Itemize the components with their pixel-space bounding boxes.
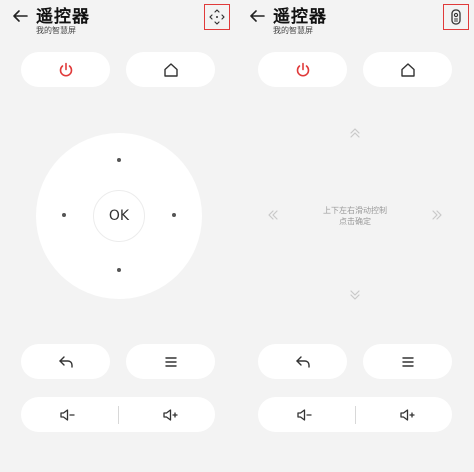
volume-control	[258, 397, 452, 432]
return-button[interactable]	[258, 344, 347, 379]
arrow-left-icon	[13, 10, 28, 22]
swipe-hint-line1: 上下左右滑动控制	[323, 206, 387, 215]
dpad-down[interactable]	[117, 268, 121, 272]
power-icon	[59, 62, 72, 77]
menu-button[interactable]	[126, 344, 215, 379]
home-icon	[163, 62, 178, 77]
home-button[interactable]	[126, 52, 215, 87]
menu-icon	[164, 356, 177, 367]
swipe-hint-line2: 点击确定	[339, 217, 371, 226]
volume-up-button[interactable]	[398, 406, 416, 428]
volume-down-button[interactable]	[58, 406, 76, 428]
power-button[interactable]	[258, 52, 347, 87]
volume-divider	[355, 406, 356, 424]
return-icon	[58, 355, 73, 368]
volume-divider	[118, 406, 119, 424]
volume-up-icon	[163, 409, 178, 421]
menu-button[interactable]	[363, 344, 452, 379]
back-button[interactable]	[247, 6, 267, 26]
power-button[interactable]	[21, 52, 110, 87]
chevron-right-icon	[432, 210, 442, 220]
menu-icon	[401, 356, 414, 367]
volume-down-button[interactable]	[295, 406, 313, 428]
ok-button[interactable]: OK	[93, 190, 145, 242]
return-icon	[295, 355, 310, 368]
page-title: 遥控器	[36, 7, 90, 27]
home-icon	[400, 62, 415, 77]
page-title: 遥控器	[273, 7, 327, 27]
chevron-up-icon	[350, 128, 360, 138]
volume-up-icon	[400, 409, 415, 421]
volume-down-icon	[60, 409, 75, 421]
dpad-mode-icon	[209, 9, 225, 25]
chevron-left-icon	[268, 210, 278, 220]
remote-mode-icon	[451, 9, 461, 25]
dpad-up[interactable]	[117, 158, 121, 162]
return-button[interactable]	[21, 344, 110, 379]
dpad: OK	[36, 133, 202, 299]
switch-mode-button[interactable]	[204, 4, 230, 30]
back-button[interactable]	[10, 6, 30, 26]
device-subtitle: 我的智慧屏	[36, 26, 76, 35]
volume-control	[21, 397, 215, 432]
switch-mode-button[interactable]	[443, 4, 469, 30]
arrow-left-icon	[250, 10, 265, 22]
volume-up-button[interactable]	[161, 406, 179, 428]
remote-screen-swipe: 遥控器 我的智慧屏 上下左右滑动控制 点击确定	[237, 0, 474, 472]
power-icon	[296, 62, 309, 77]
chevron-down-icon	[350, 290, 360, 300]
device-subtitle: 我的智慧屏	[273, 26, 313, 35]
dpad-right[interactable]	[172, 213, 176, 217]
dpad-left[interactable]	[62, 213, 66, 217]
remote-screen-dpad: 遥控器 我的智慧屏 OK	[0, 0, 237, 472]
volume-down-icon	[297, 409, 312, 421]
home-button[interactable]	[363, 52, 452, 87]
